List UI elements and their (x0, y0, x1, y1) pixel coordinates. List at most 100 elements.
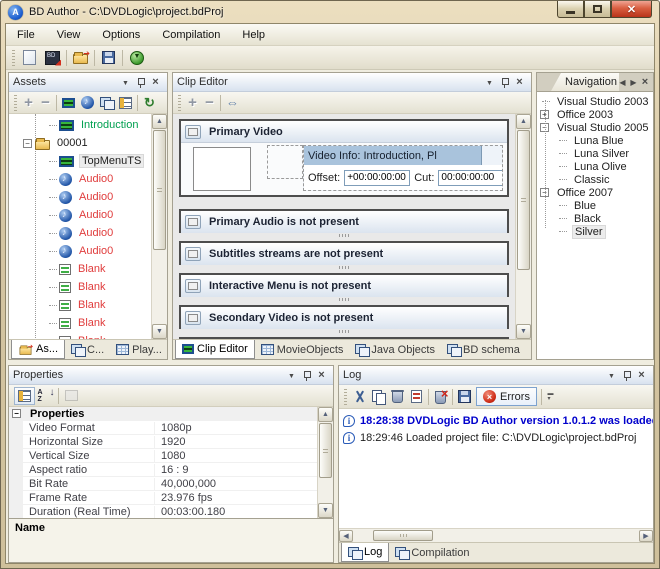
menu-help[interactable]: Help (231, 26, 276, 44)
clip-remove-button[interactable]: − (201, 92, 218, 113)
log-entry[interactable]: i 18:29:46 Loaded project file: C:\DVDLog… (343, 429, 649, 446)
video-info-bar[interactable]: Video Info: Introduction, Pl (304, 146, 482, 165)
tab-clip-editor[interactable]: Clip Editor (175, 340, 255, 359)
add-subtitle-button[interactable] (97, 92, 116, 113)
tree-item[interactable]: Introduction (9, 116, 151, 134)
save-log-button[interactable] (455, 386, 474, 407)
property-category-row[interactable]: − Properties (9, 407, 317, 421)
collapse-expander[interactable]: − (23, 138, 32, 148)
tree-item[interactable]: Blank (9, 278, 151, 296)
tab-compilation[interactable]: Compilation (389, 543, 475, 562)
log-entry[interactable]: i 18:28:38 DVDLogic BD Author version 1.0… (343, 412, 653, 429)
copy-button[interactable] (369, 386, 388, 407)
toolbar-grip[interactable] (344, 388, 347, 405)
tab-java-objects[interactable]: Java Objects (349, 340, 441, 359)
delete-button[interactable] (388, 386, 407, 407)
scroll-up-icon[interactable]: ▲ (152, 114, 167, 129)
tree-item[interactable]: Blank (9, 314, 151, 332)
tree-item[interactable]: Audio0 (9, 188, 151, 206)
section-grip[interactable] (339, 330, 349, 333)
categorized-view-button[interactable] (14, 386, 35, 405)
assets-close-button[interactable]: × (148, 75, 163, 89)
property-row[interactable]: Vertical Size 1080 (9, 449, 317, 463)
tree-item[interactable]: Blank (9, 296, 151, 314)
add-video-button[interactable] (59, 92, 78, 113)
tree-item[interactable]: Black (537, 212, 653, 225)
log-menu-button[interactable] (604, 368, 619, 382)
maximize-button[interactable] (584, 1, 611, 18)
tree-item[interactable]: Audio0 (9, 170, 151, 188)
tree-item[interactable]: Blank (9, 332, 151, 339)
navigation-tree-title[interactable]: Navigation Tree (551, 73, 619, 91)
report-button[interactable] (407, 386, 426, 407)
scroll-down-icon[interactable]: ▼ (318, 503, 333, 518)
tab-bd-schema[interactable]: BD schema (441, 340, 526, 359)
property-row[interactable]: Frame Rate 23.976 fps (9, 491, 317, 505)
clip-exchange-button[interactable]: ⇔ (223, 92, 242, 113)
cut-input[interactable] (438, 169, 502, 186)
tree-item[interactable]: Blue (537, 199, 653, 212)
open-project-button[interactable] (69, 47, 92, 68)
clip-add-button[interactable]: + (184, 92, 201, 113)
tab-compilation-left[interactable]: C... (65, 340, 110, 359)
assets-menu-button[interactable] (118, 75, 133, 89)
add-asset-button[interactable]: + (20, 92, 37, 113)
tree-item[interactable]: Blank (9, 260, 151, 278)
add-audio-button[interactable] (78, 92, 97, 113)
property-row[interactable]: Video Format 1080p (9, 421, 317, 435)
assets-scrollbar[interactable]: ▲ ▼ (151, 114, 167, 339)
section-toggle-button[interactable] (185, 247, 201, 261)
close-button[interactable]: ✕ (611, 1, 652, 18)
minimize-button[interactable] (557, 1, 584, 18)
toolbar-grip[interactable] (14, 94, 17, 111)
property-row[interactable]: Duration (Real Time) 00:03:00.180 (9, 505, 317, 518)
scroll-down-icon[interactable]: ▼ (152, 324, 167, 339)
offset-input[interactable] (344, 169, 411, 186)
asset-tree-button[interactable] (116, 92, 135, 113)
tree-item[interactable]: Luna Blue (537, 134, 653, 147)
clip-editor-scrollbar[interactable]: ▲ ▼ (515, 114, 531, 339)
section-grip[interactable] (339, 266, 349, 269)
tree-item[interactable]: Luna Olive (537, 160, 653, 173)
properties-pin-button[interactable] (299, 368, 314, 382)
video-thumbnail[interactable] (193, 147, 251, 191)
errors-toggle-button[interactable]: × Errors (476, 387, 537, 406)
scroll-up-icon[interactable]: ▲ (318, 407, 333, 422)
tree-item[interactable]: Audio0 (9, 224, 151, 242)
tree-item[interactable]: Audio0 (9, 242, 151, 260)
tree-item-selected[interactable]: TopMenuTS (9, 152, 151, 170)
properties-menu-button[interactable] (284, 368, 299, 382)
log-close-button[interactable]: × (634, 368, 649, 382)
scrollbar-thumb[interactable] (373, 530, 433, 541)
section-toggle-button[interactable] (185, 215, 201, 229)
tree-item[interactable]: − Visual Studio 2005 (537, 121, 653, 134)
section-toggle-button[interactable] (185, 279, 201, 293)
scroll-left-icon[interactable]: ◀ (339, 529, 353, 542)
tree-item[interactable]: + Office 2003 (537, 108, 653, 121)
scroll-up-icon[interactable]: ▲ (516, 114, 531, 129)
scrollbar-thumb[interactable] (153, 130, 166, 250)
new-bd-project-button[interactable] (41, 47, 64, 68)
tree-item-selected[interactable]: Silver (537, 224, 653, 239)
tab-log[interactable]: Log (341, 543, 390, 562)
tree-item[interactable]: −00001 (9, 134, 151, 152)
new-document-button[interactable] (18, 47, 41, 68)
log-horizontal-scrollbar[interactable]: ◀ ▶ (339, 528, 653, 542)
log-pin-button[interactable] (619, 368, 634, 382)
clip-editor-close-button[interactable]: × (512, 75, 527, 89)
compile-button[interactable] (125, 47, 148, 68)
properties-scrollbar[interactable]: ▲ ▼ (317, 407, 333, 518)
scrollbar-thumb[interactable] (319, 423, 332, 478)
menu-compilation[interactable]: Compilation (151, 26, 231, 44)
section-toggle-button[interactable] (185, 124, 201, 139)
tree-item[interactable]: − Office 2007 (537, 186, 653, 199)
tree-item[interactable]: Visual Studio 2003 (537, 95, 653, 108)
collapse-expander[interactable]: − (12, 409, 21, 418)
clip-editor-menu-button[interactable] (482, 75, 497, 89)
menu-options[interactable]: Options (91, 26, 151, 44)
clip-block[interactable]: Video Info: Introduction, Pl Offset: Cut… (303, 145, 503, 191)
tree-item[interactable]: Classic (537, 173, 653, 186)
sort-az-button[interactable]: AZ (35, 385, 56, 406)
property-pages-button[interactable] (61, 385, 82, 406)
assets-pin-button[interactable] (133, 75, 148, 89)
